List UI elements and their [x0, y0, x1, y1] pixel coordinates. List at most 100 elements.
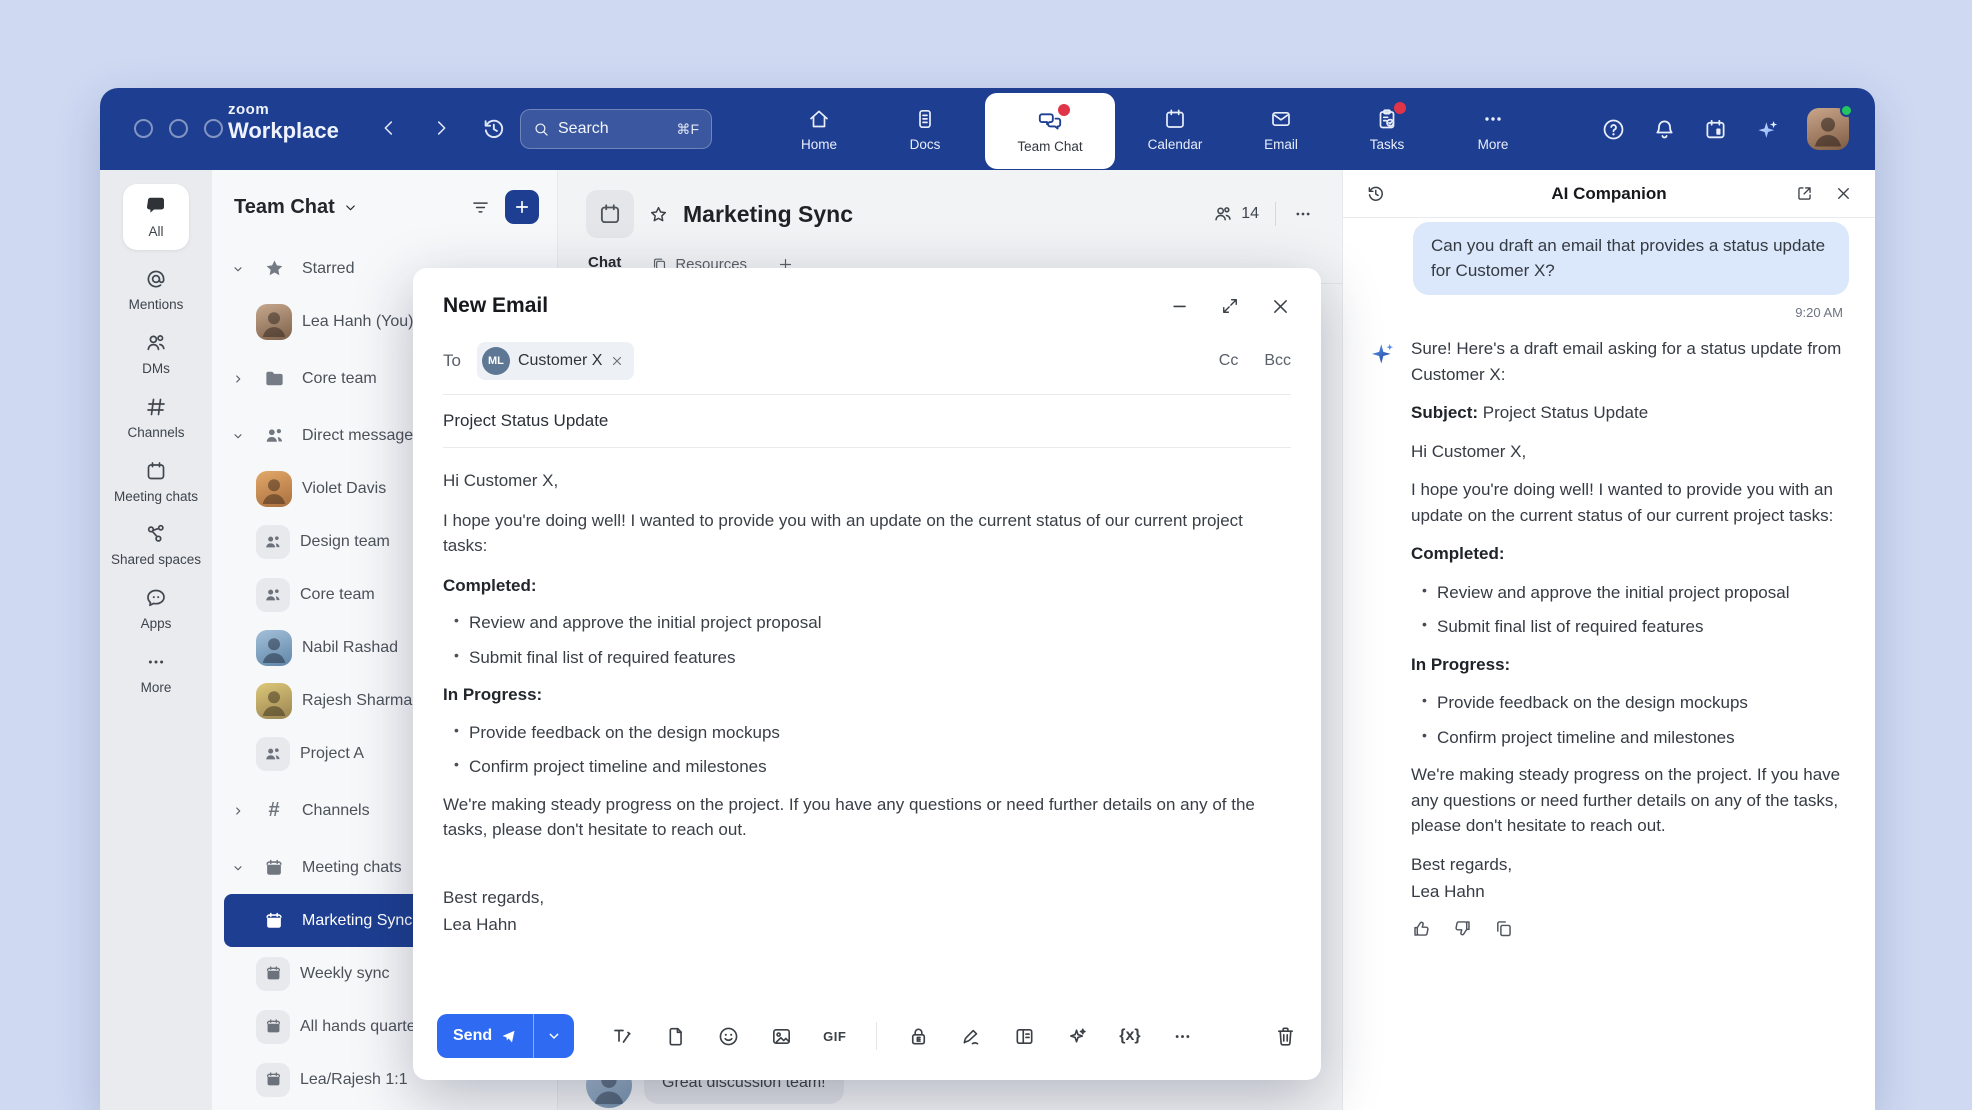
favorite-star-icon[interactable] — [648, 204, 669, 225]
channel-more-icon[interactable] — [1292, 203, 1314, 225]
email-icon — [1269, 106, 1293, 132]
ai-response-body-intro: I hope you're doing well! I wanted to pr… — [1411, 477, 1849, 528]
chat-row-label: Weekly sync — [300, 965, 390, 983]
search-icon — [533, 121, 550, 138]
ai-compose-icon[interactable] — [1066, 1025, 1089, 1048]
discard-draft-icon[interactable] — [1274, 1025, 1297, 1048]
rail-item-meeting-chats[interactable]: Meeting chats — [108, 459, 204, 506]
ai-response-intro: Sure! Here's a draft email asking for a … — [1411, 336, 1849, 387]
signature-icon[interactable] — [960, 1025, 983, 1048]
template-icon[interactable] — [1013, 1025, 1036, 1048]
encrypt-icon[interactable] — [907, 1025, 930, 1048]
rail-item-dms[interactable]: DMs — [108, 331, 204, 378]
nav-item-label: Team Chat — [1017, 139, 1082, 154]
send-label: Send — [453, 1027, 492, 1045]
member-count[interactable]: 14 — [1212, 203, 1259, 225]
compose-toolbar: Send GIF {x} — [437, 1014, 1297, 1058]
recipient-chip[interactable]: ML Customer X — [477, 342, 634, 380]
subject-field[interactable]: Project Status Update — [443, 395, 1291, 447]
rail-item-all[interactable]: All — [123, 184, 189, 250]
minimize-icon[interactable] — [1170, 296, 1190, 316]
emoji-icon[interactable] — [717, 1025, 740, 1048]
calendar-date-icon[interactable] — [1703, 117, 1728, 142]
ai-conversation[interactable]: Can you draft an email that provides a s… — [1343, 218, 1875, 1110]
send-button[interactable]: Send — [437, 1014, 534, 1058]
ai-response-closing: We're making steady progress on the proj… — [1411, 762, 1849, 839]
subject-value: Project Status Update — [1483, 403, 1648, 422]
open-in-new-icon[interactable] — [1795, 184, 1814, 203]
avatar[interactable] — [1807, 108, 1849, 150]
thumbs-down-icon[interactable] — [1452, 918, 1473, 939]
email-body-editor[interactable]: Hi Customer X, I hope you're doing well!… — [443, 448, 1291, 938]
chat-row-label: Starred — [302, 260, 354, 278]
nav-tabs: Home Docs Team Chat Calendar — [773, 88, 1539, 170]
meeting-calendar-icon — [256, 957, 290, 991]
panel-title-dropdown[interactable]: Team Chat — [234, 196, 358, 219]
remove-recipient-icon[interactable] — [610, 354, 624, 368]
rail-label: More — [141, 680, 172, 697]
list-item: Submit final list of required features — [1411, 614, 1849, 640]
history-icon[interactable] — [480, 115, 507, 142]
search-placeholder: Search — [558, 120, 609, 138]
attach-file-icon[interactable] — [664, 1025, 687, 1048]
new-chat-button[interactable] — [505, 190, 539, 224]
member-count-value: 14 — [1241, 205, 1259, 223]
team-chat-icon — [1037, 108, 1063, 134]
chevron-down-icon[interactable] — [230, 430, 246, 442]
thumbs-up-icon[interactable] — [1411, 918, 1432, 939]
meeting-calendar-icon — [256, 1063, 290, 1097]
recipient-name: Customer X — [518, 352, 602, 370]
nav-item-calendar[interactable]: Calendar — [1129, 88, 1221, 170]
ai-feedback — [1411, 918, 1849, 939]
apps-icon — [144, 586, 168, 610]
variables-icon[interactable]: {x} — [1119, 1027, 1140, 1045]
chevron-right-icon[interactable] — [230, 373, 246, 385]
cc-button[interactable]: Cc — [1219, 352, 1239, 370]
chevron-right-icon[interactable] — [230, 805, 246, 817]
group-icon — [256, 737, 290, 771]
bcc-button[interactable]: Bcc — [1264, 352, 1291, 370]
rail-item-shared-spaces[interactable]: Shared spaces — [108, 522, 204, 569]
gif-icon[interactable]: GIF — [823, 1029, 846, 1044]
nav-item-email[interactable]: Email — [1235, 88, 1327, 170]
notifications-icon[interactable] — [1652, 117, 1677, 142]
search-shortcut: ⌘F — [676, 121, 699, 138]
search-input[interactable]: Search ⌘F — [520, 109, 712, 149]
send-options-button[interactable] — [534, 1014, 574, 1058]
rail-item-more[interactable]: More — [108, 650, 204, 697]
nav-item-team-chat[interactable]: Team Chat — [985, 93, 1115, 169]
nav-item-docs[interactable]: Docs — [879, 88, 971, 170]
rail-item-mentions[interactable]: Mentions — [108, 267, 204, 314]
copy-icon[interactable] — [1493, 918, 1514, 939]
back-icon[interactable] — [378, 117, 400, 139]
top-navbar: zoom Workplace Search ⌘F Home Do — [100, 88, 1875, 170]
filter-icon[interactable] — [470, 197, 491, 218]
ai-companion-icon[interactable] — [1754, 116, 1781, 143]
nav-item-label: Home — [801, 137, 837, 152]
nav-item-home[interactable]: Home — [773, 88, 865, 170]
format-text-icon[interactable] — [610, 1024, 634, 1048]
window-controls[interactable] — [134, 119, 223, 138]
email-completed-heading: Completed: — [443, 573, 1291, 599]
toolbar-more-icon[interactable] — [1171, 1025, 1194, 1048]
chat-row-label: Lea/Rajesh 1:1 — [300, 1071, 408, 1089]
ai-close-icon[interactable] — [1834, 184, 1853, 203]
forward-icon[interactable] — [430, 117, 452, 139]
chevron-down-icon[interactable] — [230, 263, 246, 275]
rail-item-apps[interactable]: Apps — [108, 586, 204, 633]
help-icon[interactable] — [1601, 117, 1626, 142]
image-icon[interactable] — [770, 1025, 793, 1048]
nav-item-more[interactable]: More — [1447, 88, 1539, 170]
toolbar-divider — [876, 1022, 877, 1050]
expand-icon[interactable] — [1220, 296, 1240, 316]
close-icon[interactable] — [1270, 296, 1291, 317]
nav-item-tasks[interactable]: Tasks — [1341, 88, 1433, 170]
calendar-icon — [1163, 106, 1187, 132]
ai-history-icon[interactable] — [1365, 183, 1386, 204]
rail-item-channels[interactable]: Channels — [108, 395, 204, 442]
modal-title: New Email — [443, 294, 548, 318]
chevron-down-icon[interactable] — [230, 862, 246, 874]
meeting-calendar-icon — [256, 857, 292, 879]
shared-spaces-icon — [144, 522, 168, 546]
folder-icon — [256, 367, 292, 390]
